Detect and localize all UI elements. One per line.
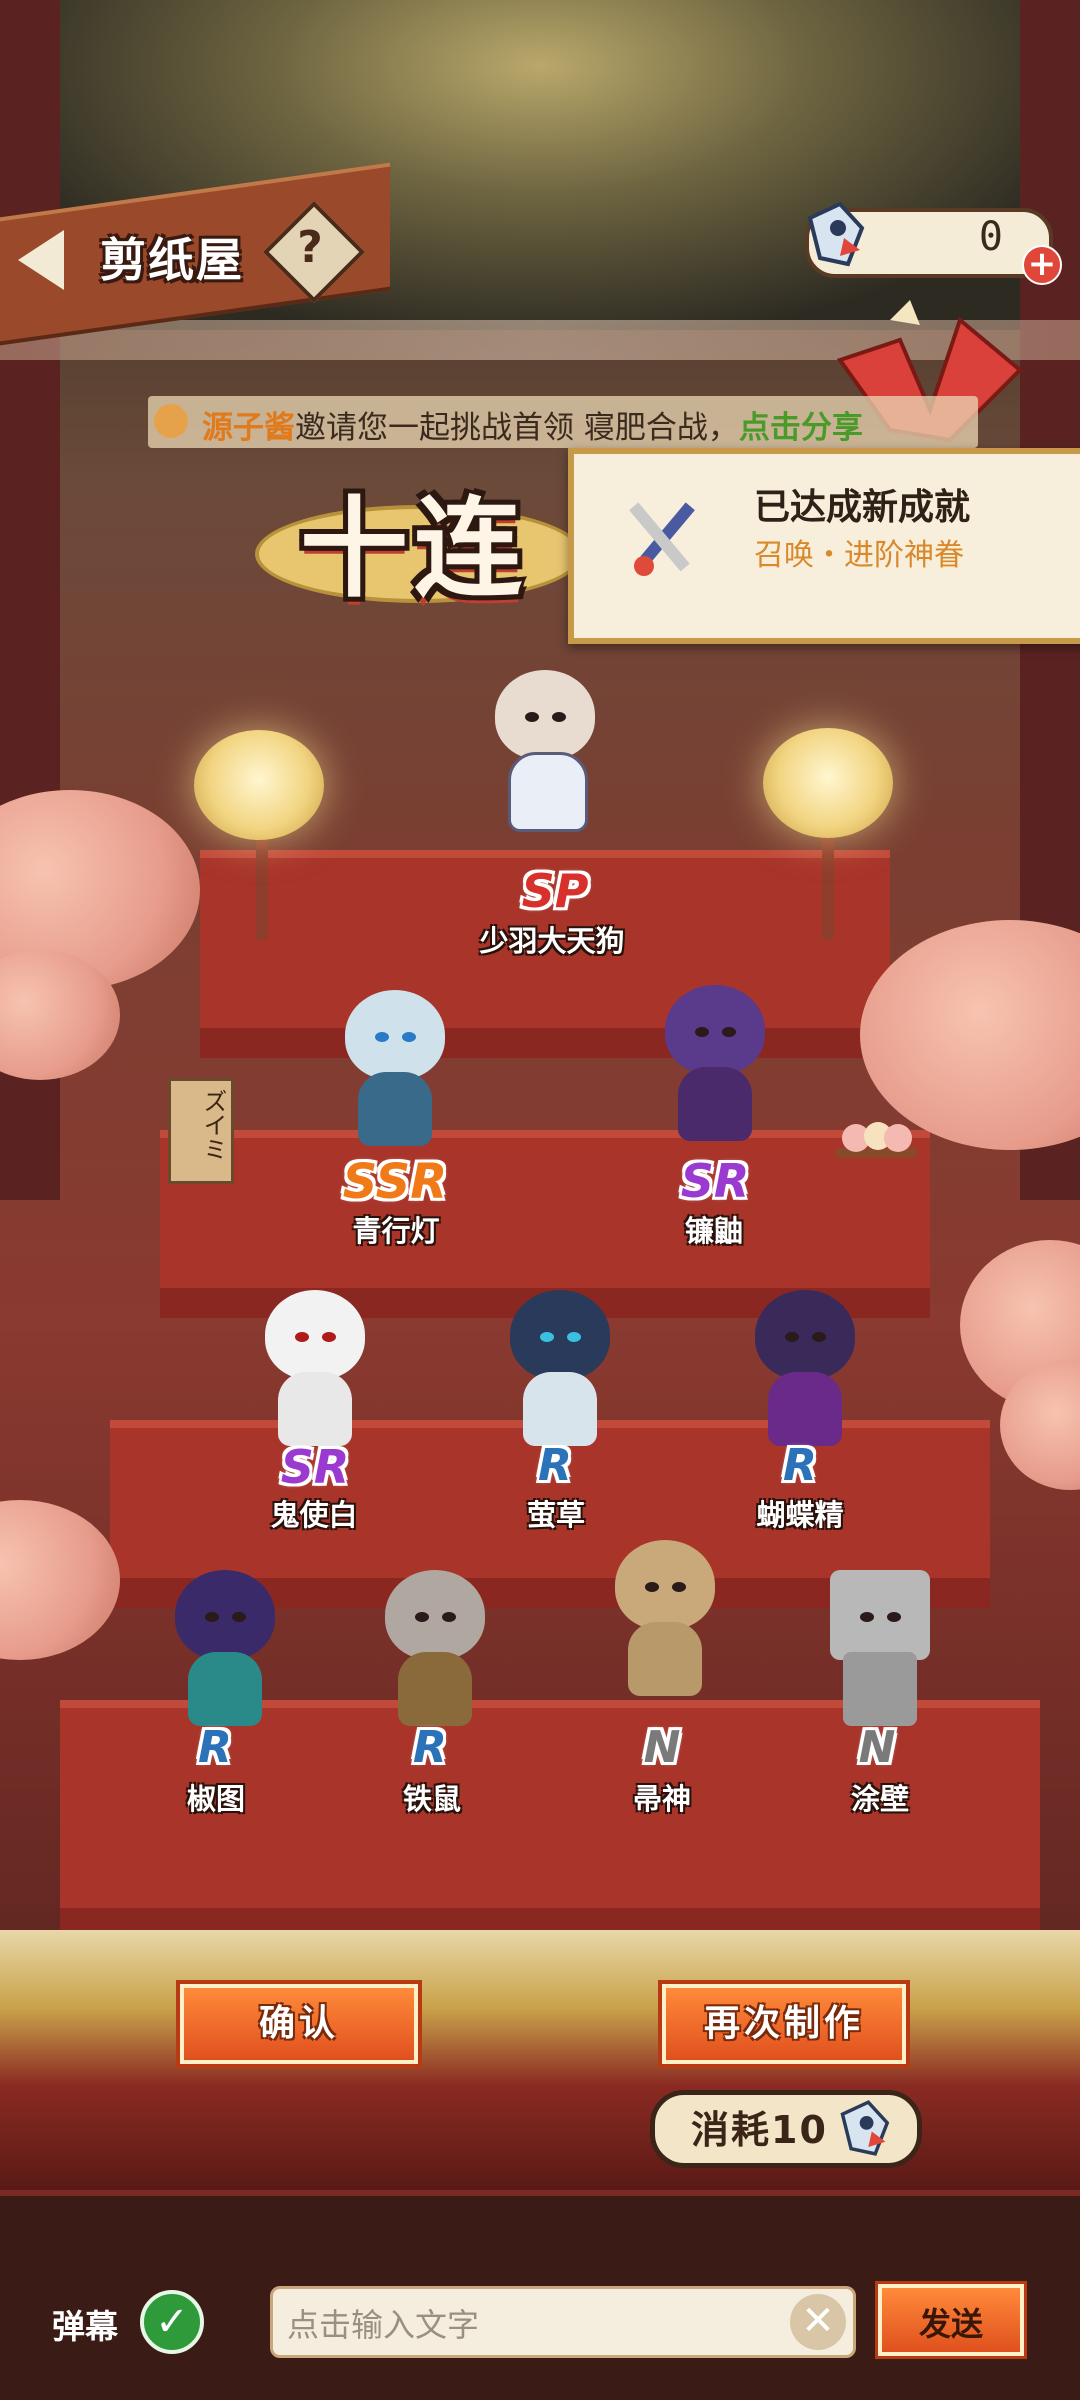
shikigami-sprite[interactable] [240,1280,390,1450]
sign-text: ズイミ [199,1089,227,1161]
rarity-badge: R [783,1440,817,1491]
rarity-badge: R [198,1722,232,1773]
sakura-tree-left-low [0,1500,120,1660]
confirm-button[interactable]: 确认 [180,1984,418,2064]
check-icon[interactable]: ✓ [140,2290,204,2354]
achievement-subtitle: 召唤・进阶神眷 [754,538,964,573]
shikigami-name: 蝴蝶精 [756,1498,844,1532]
shikigami-sprite[interactable] [805,1560,955,1730]
shikigami-sprite[interactable] [320,980,470,1150]
right-lantern [763,728,893,838]
shikigami-name: 萤草 [526,1498,585,1532]
rarity-badge: SSR [342,1154,448,1210]
inviter-name: 源子酱 [202,410,295,446]
question-icon: ? [297,222,323,273]
shikigami-sprite[interactable] [730,1280,880,1450]
paper-doll-icon [840,2100,890,2156]
currency-value: 0 [978,214,1003,260]
cost-label: 消耗10 [691,2108,828,2152]
paper-doll-icon [807,201,865,267]
crossed-swords-icon [629,502,695,576]
back-arrow-icon [18,230,64,290]
ten-pull-title: 十连 [300,487,529,612]
shikigami-name: 涂壁 [850,1782,909,1816]
shikigami-name: 帚神 [632,1782,691,1816]
shikigami-sprite[interactable] [360,1560,510,1730]
send-button[interactable]: 发送 [878,2284,1024,2356]
shikigami-sprite[interactable] [470,660,620,832]
rarity-badge: SP [521,864,589,918]
rarity-badge: R [538,1440,572,1491]
left-lantern [194,730,324,840]
add-currency-button[interactable]: + [1022,245,1062,285]
cost-display: 消耗10 [650,2090,922,2168]
ticker-text: 源子酱邀请您一起挑战首领 寝肥合战，点击分享 [202,402,863,447]
shikigami-sprite[interactable] [640,975,790,1145]
shikigami-name: 少羽大天狗 [479,924,625,958]
mochi-plate-icon [836,1122,916,1158]
wooden-sign: ズイミ [168,1078,234,1184]
shikigami-name: 鬼使白 [270,1498,358,1532]
close-icon[interactable]: ✕ [790,2294,846,2350]
achievement-popup[interactable]: 已达成新成就 召唤・进阶神眷 [568,448,1080,644]
rarity-badge: SR [680,1154,750,1208]
shikigami-sprite[interactable] [485,1280,635,1450]
shikigami-sprite[interactable] [150,1560,300,1730]
right-lantern-post [822,820,834,940]
shikigami-name: 椒图 [186,1782,245,1816]
page-title: 剪纸屋 [100,233,244,287]
rarity-badge: R [413,1722,447,1773]
share-link[interactable]: 点击分享 [739,410,863,446]
rarity-badge: SR [280,1440,350,1494]
shikigami-sprite[interactable] [590,1530,740,1700]
ticker-message: 邀请您一起挑战首领 寝肥合战， [295,410,739,446]
rarity-badge: N [858,1722,896,1773]
shikigami-name: 青行灯 [352,1214,440,1248]
summon-again-button[interactable]: 再次制作 [662,1984,906,2064]
shikigami-name: 铁鼠 [402,1782,461,1816]
danmu-label: 弹幕 [52,2307,118,2346]
chat-input[interactable]: 点击输入文字 [270,2286,856,2358]
sakura-icon [154,404,188,438]
achievement-title: 已达成新成就 [754,487,971,528]
stage-base [0,1930,1080,2190]
rarity-badge: N [643,1722,681,1773]
invite-ticker[interactable]: 源子酱邀请您一起挑战首领 寝肥合战，点击分享 [148,396,978,448]
shikigami-name: 镰鼬 [684,1214,743,1248]
